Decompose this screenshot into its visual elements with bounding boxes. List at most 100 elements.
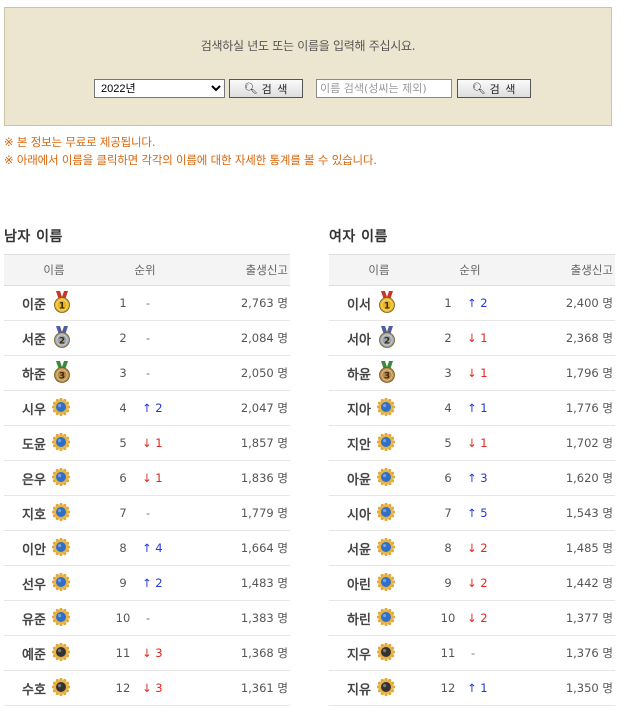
year-search-button[interactable]: 🔍︎ 검 색	[229, 79, 303, 98]
table-row[interactable]: 이안 8 ↑ 4 1,664 명	[4, 530, 290, 566]
table-row[interactable]: 하준 3 3-2,050 명	[4, 355, 290, 391]
name-cell[interactable]: 예준	[4, 635, 104, 671]
table-row[interactable]: 도윤 5 ↓ 1 1,857 명	[4, 425, 290, 461]
name-cell[interactable]: 서윤	[329, 530, 429, 566]
medal-icon: 3	[52, 360, 72, 386]
name-link[interactable]: 유준	[22, 613, 46, 628]
table-row[interactable]: 아린 9 ↓ 2 1,442 명	[329, 565, 615, 601]
table-row[interactable]: 이준 1 1-2,763 명	[4, 285, 290, 321]
table-row[interactable]: 하린 10 ↓ 2 1,377 명	[329, 600, 615, 636]
rank-number: 7	[119, 506, 127, 520]
name-cell[interactable]: 이서 1	[329, 285, 429, 321]
table-row[interactable]: 지아 4 ↑ 1 1,776 명	[329, 390, 615, 426]
name-cell[interactable]: 이안	[4, 530, 104, 566]
name-cell[interactable]: 하윤 3	[329, 355, 429, 391]
girls-table: 이름 순위 출생신고 이서 1 1 ↑ 2 2,400 명 서아 2 2 ↓ 1 2,368 명하…	[329, 254, 615, 706]
name-link[interactable]: 지유	[347, 683, 371, 698]
name-link[interactable]: 시아	[347, 508, 371, 523]
table-row[interactable]: 서아 2 2 ↓ 1 2,368 명	[329, 320, 615, 356]
name-cell[interactable]: 아린	[329, 565, 429, 601]
name-cell[interactable]: 이준 1	[4, 285, 104, 321]
name-link[interactable]: 수호	[22, 683, 46, 698]
table-row[interactable]: 은우 6 ↓ 1 1,836 명	[4, 460, 290, 496]
table-row[interactable]: 시아 7 ↑ 5 1,543 명	[329, 495, 615, 531]
svg-text:1: 1	[59, 301, 65, 311]
rank-change: ↑ 5	[467, 506, 488, 520]
table-row[interactable]: 서윤 8 ↓ 2 1,485 명	[329, 530, 615, 566]
name-link[interactable]: 이안	[22, 543, 46, 558]
name-cell[interactable]: 지호	[4, 495, 104, 531]
name-link[interactable]: 지우	[347, 648, 371, 663]
birth-count: 1,702 명	[511, 425, 615, 461]
name-cell[interactable]: 수호	[4, 670, 104, 706]
name-link[interactable]: 아윤	[347, 473, 371, 488]
name-link[interactable]: 하린	[347, 613, 371, 628]
name-cell[interactable]: 은우	[4, 460, 104, 496]
name-link[interactable]: 서윤	[347, 543, 371, 558]
rank-change: ↑ 2	[142, 401, 163, 415]
rank-cell: 1 ↑ 2	[429, 285, 511, 321]
name-cell[interactable]: 시아	[329, 495, 429, 531]
table-row[interactable]: 유준 10 - 1,383 명	[4, 600, 290, 636]
table-row[interactable]: 지우 11 - 1,376 명	[329, 635, 615, 671]
name-link[interactable]: 예준	[22, 648, 46, 663]
name-link[interactable]: 이준	[22, 298, 46, 313]
rank-cell: 4 ↑ 1	[429, 390, 511, 426]
rank-badge-icon	[51, 397, 71, 419]
birth-count: 1,796 명	[511, 355, 615, 391]
name-cell[interactable]: 하준 3	[4, 355, 104, 391]
name-cell[interactable]: 지우	[329, 635, 429, 671]
name-link[interactable]: 지아	[347, 403, 371, 418]
rank-number: 3	[444, 366, 452, 380]
year-select[interactable]: 2022년	[94, 79, 225, 98]
table-row[interactable]: 아윤 6 ↑ 3 1,620 명	[329, 460, 615, 496]
name-cell[interactable]: 아윤	[329, 460, 429, 496]
rank-number: 1	[444, 296, 452, 310]
name-cell[interactable]: 지아	[329, 390, 429, 426]
name-cell[interactable]: 서준 2	[4, 320, 104, 356]
rank-change: -	[146, 611, 151, 625]
name-link[interactable]: 서준	[22, 333, 46, 348]
table-row[interactable]: 지호 7-1,779 명	[4, 495, 290, 531]
table-row[interactable]: 선우 9 ↑ 2 1,483 명	[4, 565, 290, 601]
rank-badge-icon	[51, 537, 71, 559]
name-link[interactable]: 아린	[347, 578, 371, 593]
name-link[interactable]: 이서	[347, 298, 371, 313]
rank-cell: 10 -	[104, 600, 186, 636]
name-link[interactable]: 시우	[22, 403, 46, 418]
birth-count: 2,084 명	[186, 320, 290, 356]
name-cell[interactable]: 지유	[329, 670, 429, 706]
name-cell[interactable]: 서아 2	[329, 320, 429, 356]
name-cell[interactable]: 시우	[4, 390, 104, 426]
rank-cell: 11 ↓ 3	[104, 635, 186, 671]
name-link[interactable]: 지호	[22, 508, 46, 523]
rank-number: 10	[115, 611, 131, 625]
table-row[interactable]: 지유 12 ↑ 1 1,350 명	[329, 670, 615, 706]
table-row[interactable]: 이서 1 1 ↑ 2 2,400 명	[329, 285, 615, 321]
name-cell[interactable]: 도윤	[4, 425, 104, 461]
table-row[interactable]: 서준 2 2-2,084 명	[4, 320, 290, 356]
table-row[interactable]: 시우 4 ↑ 2 2,047 명	[4, 390, 290, 426]
name-link[interactable]: 은우	[22, 473, 46, 488]
name-link[interactable]: 하준	[22, 368, 46, 383]
name-search-input[interactable]	[316, 79, 452, 98]
rank-badge-icon	[376, 502, 396, 524]
table-row[interactable]: 지안 5 ↓ 1 1,702 명	[329, 425, 615, 461]
name-link[interactable]: 지안	[347, 438, 371, 453]
table-row[interactable]: 예준 11 ↓ 3 1,368 명	[4, 635, 290, 671]
name-cell[interactable]: 지안	[329, 425, 429, 461]
table-row[interactable]: 하윤 3 3 ↓ 1 1,796 명	[329, 355, 615, 391]
name-cell[interactable]: 하린	[329, 600, 429, 636]
name-link[interactable]: 서아	[347, 333, 371, 348]
table-row[interactable]: 수호 12 ↓ 3 1,361 명	[4, 670, 290, 706]
rank-number: 11	[440, 646, 456, 660]
name-link[interactable]: 하윤	[347, 368, 371, 383]
name-search-button[interactable]: 🔍︎ 검 색	[457, 79, 531, 98]
name-link[interactable]: 도윤	[22, 438, 46, 453]
name-link[interactable]: 선우	[22, 578, 46, 593]
name-cell[interactable]: 유준	[4, 600, 104, 636]
birth-count: 2,050 명	[186, 355, 290, 391]
name-cell[interactable]: 선우	[4, 565, 104, 601]
rank-cell: 3-	[104, 355, 186, 391]
rank-cell: 4 ↑ 2	[104, 390, 186, 426]
